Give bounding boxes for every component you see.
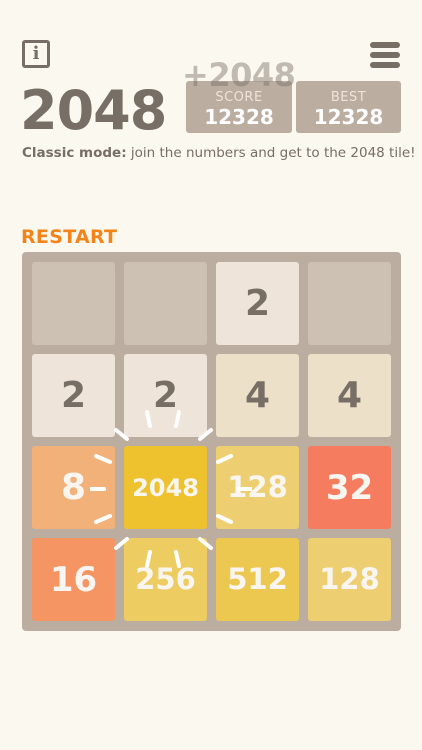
empty-cell — [124, 262, 207, 345]
tile-4: 4 — [216, 354, 299, 437]
best-value: 12328 — [313, 105, 384, 129]
tile-value: 2 — [60, 374, 87, 416]
tile-8: 8 — [32, 446, 115, 529]
tile-32: 32 — [308, 446, 391, 529]
restart-button[interactable]: RESTART — [21, 226, 117, 248]
game-title: 2048 — [20, 79, 167, 142]
game-description: Classic mode: join the numbers and get t… — [22, 145, 416, 161]
tile-value: 2048 — [132, 473, 199, 502]
tile-value: 2 — [244, 282, 271, 324]
tile-value: 2 — [152, 374, 179, 416]
tile-value: 4 — [244, 374, 271, 416]
score-delta: +2048 — [182, 56, 296, 94]
tile-128: 128 — [308, 538, 391, 621]
info-button[interactable]: i — [22, 40, 50, 68]
tile-2: 2 — [216, 262, 299, 345]
tile-value: 256 — [135, 562, 196, 596]
game-board[interactable]: 2 2 2 4 4 8 2048 128 32 16 256 512 128 — [22, 252, 401, 631]
tile-value: 8 — [60, 466, 87, 508]
tile-2: 2 — [32, 354, 115, 437]
description-text: join the numbers and get to the 2048 til… — [126, 145, 416, 161]
tile-16: 16 — [32, 538, 115, 621]
tile-value: 128 — [227, 470, 288, 504]
menu-button[interactable] — [370, 42, 400, 68]
tile-value: 128 — [319, 562, 380, 596]
score-value: 12328 — [204, 105, 274, 129]
tile-256: 256 — [124, 538, 207, 621]
tile-2: 2 — [124, 354, 207, 437]
empty-cell — [32, 262, 115, 345]
tile-value: 16 — [49, 559, 98, 600]
info-icon: i — [32, 43, 40, 64]
hamburger-icon — [370, 62, 400, 68]
best-label: BEST — [330, 90, 367, 105]
tile-512: 512 — [216, 538, 299, 621]
tile-value: 4 — [336, 374, 363, 416]
empty-cell — [308, 262, 391, 345]
best-box: BEST 12328 — [296, 81, 401, 133]
tile-2048: 2048 — [124, 446, 207, 529]
tile-value: 512 — [227, 562, 288, 596]
tile-value: 32 — [325, 467, 374, 508]
tile-128: 128 — [216, 446, 299, 529]
hamburger-icon — [370, 52, 400, 58]
tile-4: 4 — [308, 354, 391, 437]
hamburger-icon — [370, 42, 400, 48]
mode-label: Classic mode: — [22, 145, 127, 161]
